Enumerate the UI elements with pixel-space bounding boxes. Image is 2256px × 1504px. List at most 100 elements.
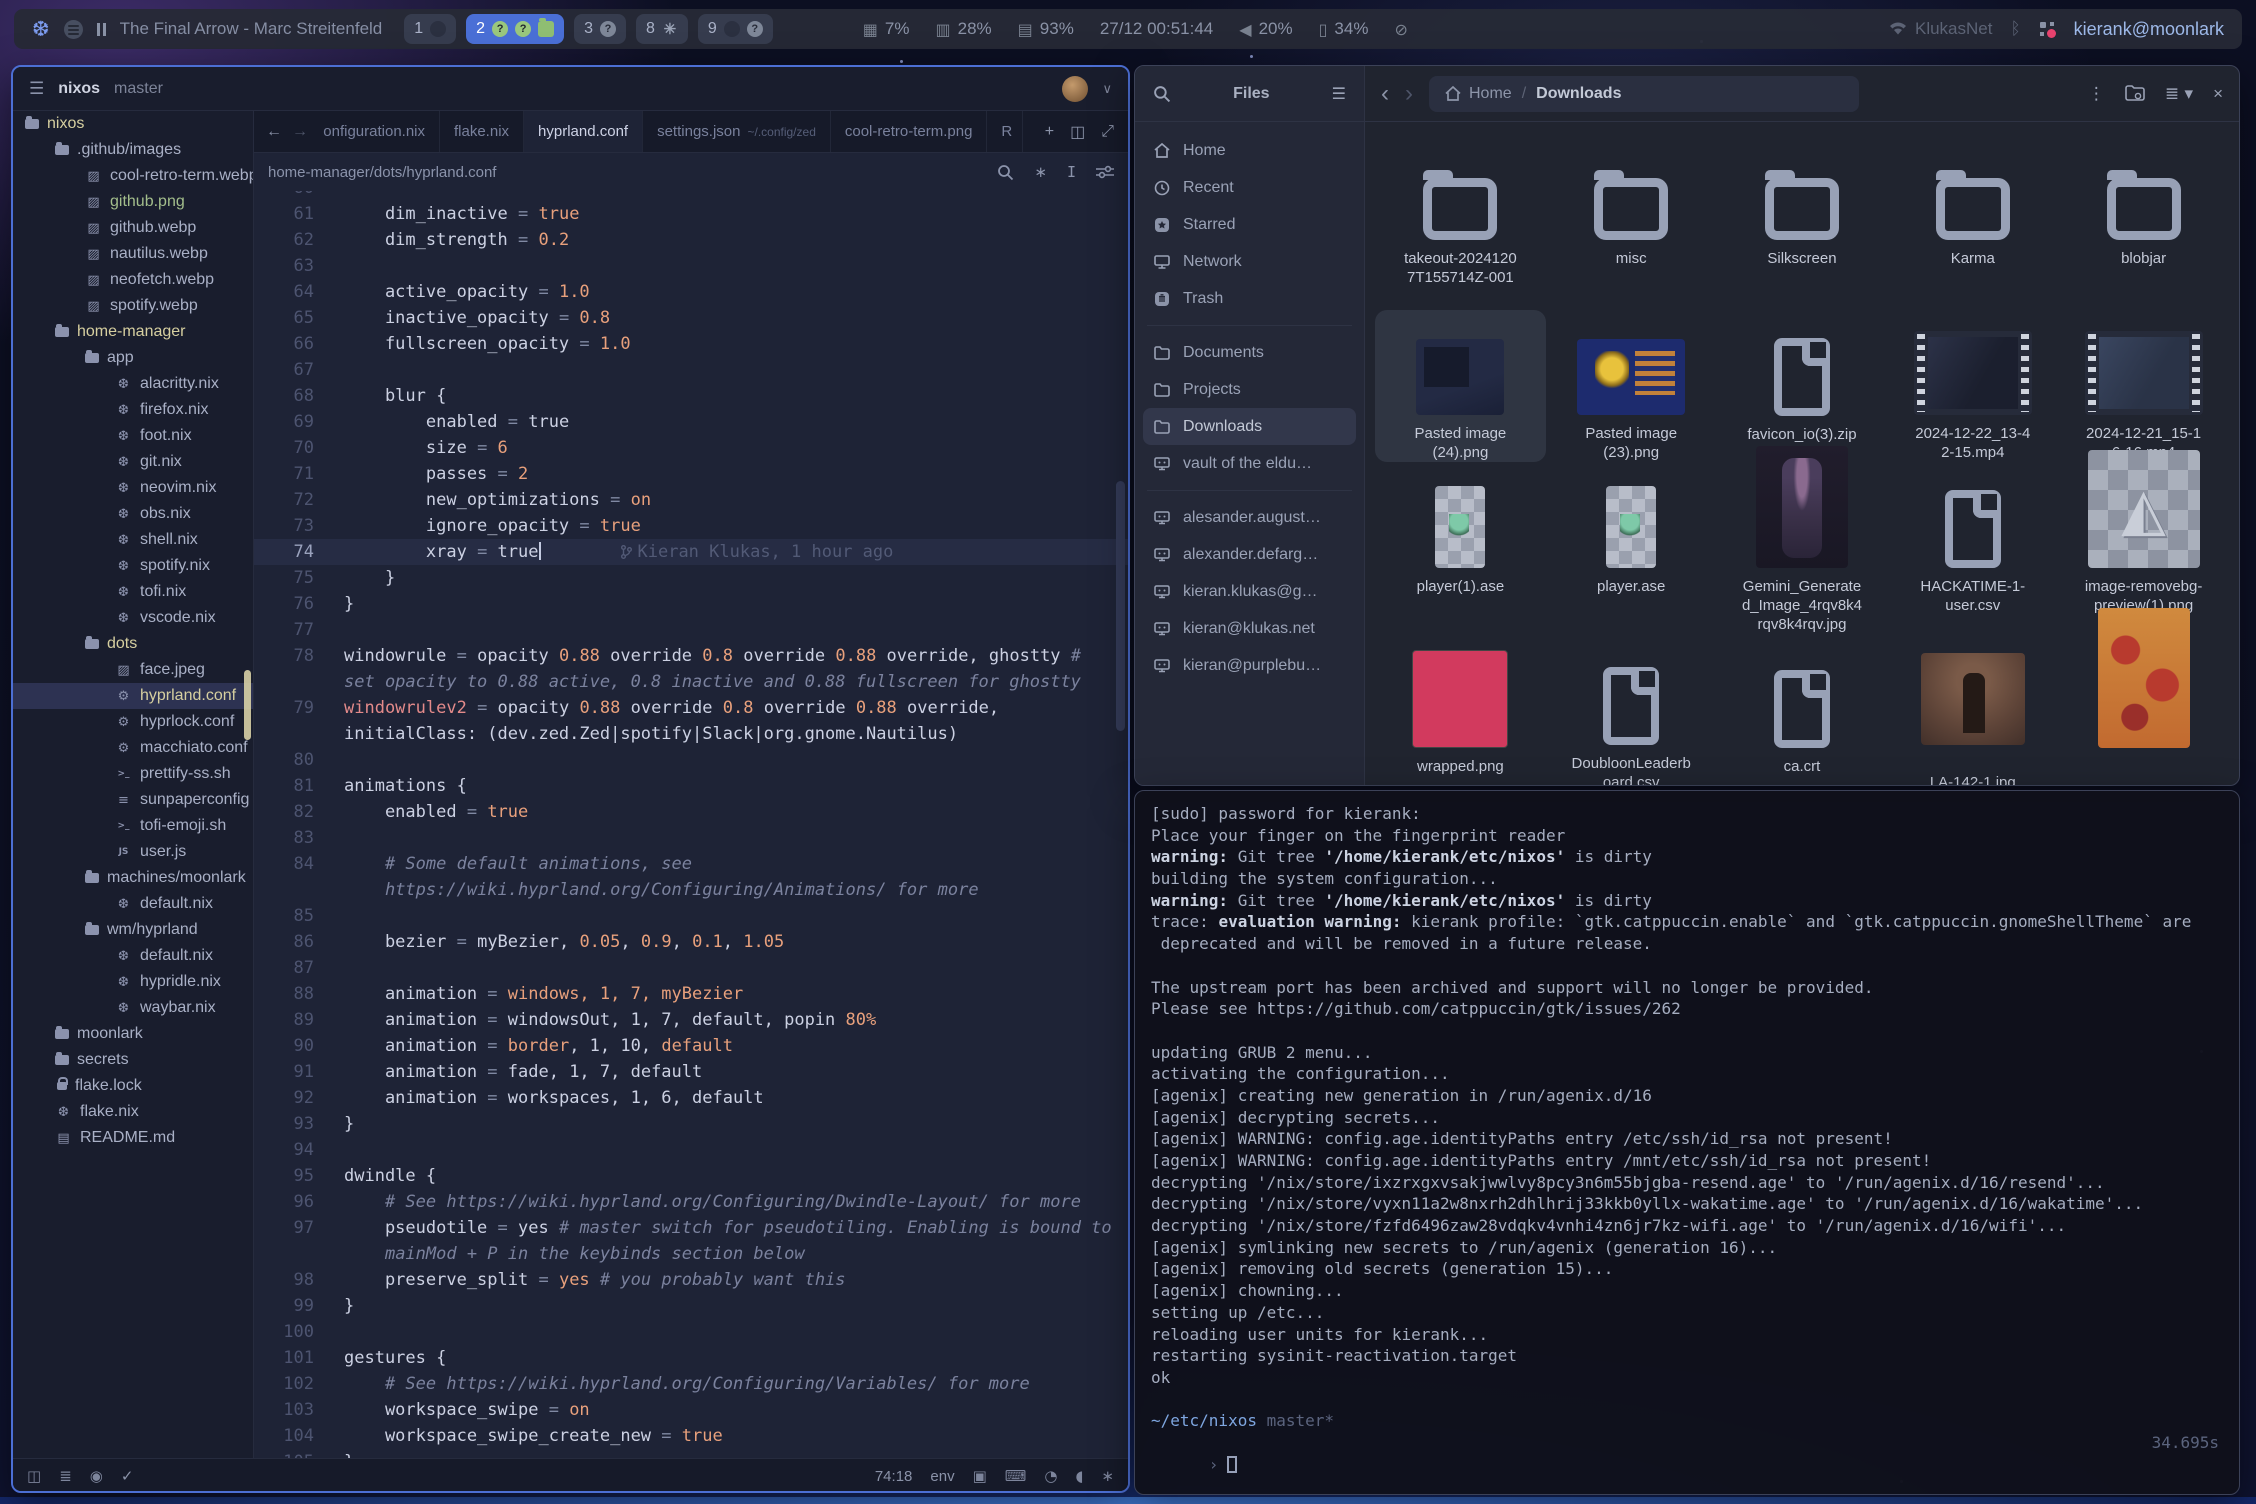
tree-item-readme-md[interactable]: ▤README.md xyxy=(13,1125,253,1151)
tree-item-github-webp[interactable]: ▨github.webp xyxy=(13,215,253,241)
tree-item-github-png[interactable]: ▨github.png xyxy=(13,189,253,215)
sidebar-item-kieran-klukas-net[interactable]: kieran@klukas.net xyxy=(1143,610,1356,647)
nixos-logo-icon[interactable]: ❆ xyxy=(32,17,50,42)
tree-item-hyprland-conf[interactable]: ⚙hyprland.conf xyxy=(13,683,253,709)
code-line-105[interactable]: 105} xyxy=(254,1449,1128,1458)
tree-item-spotify-nix[interactable]: ❆spotify.nix xyxy=(13,553,253,579)
code-line-85[interactable]: 85 xyxy=(254,903,1128,929)
file-item-la-142-1-jpg[interactable]: LA-142-1.jpg xyxy=(1887,642,2058,786)
code-line-64[interactable]: 64 active_opacity = 1.0 xyxy=(254,279,1128,305)
file-item-favicon-io-3-zip[interactable]: favicon_io(3).zip xyxy=(1717,310,1888,462)
tree-item-app[interactable]: app xyxy=(13,345,253,371)
tree-item-flake-nix[interactable]: ❆flake.nix xyxy=(13,1099,253,1125)
file-item-gemini-generated-image-4rqv8k4rqv8k4rqv-jpg[interactable]: Gemini_Generate d_Image_4rqv8k4 rqv8k4rq… xyxy=(1717,462,1888,642)
tree-item-flake-lock[interactable]: flake.lock xyxy=(13,1073,253,1099)
cursor-position[interactable]: 74:18 xyxy=(875,1468,913,1485)
bluetooth-icon[interactable]: ᛒ xyxy=(2010,19,2020,39)
file-item-silkscreen[interactable]: Silkscreen xyxy=(1717,134,1888,310)
tree-item-moonlark[interactable]: moonlark xyxy=(13,1021,253,1047)
code-line-74[interactable]: 74 xray = trueKieran Klukas, 1 hour ago xyxy=(254,539,1128,565)
back-icon[interactable]: ← xyxy=(266,123,282,141)
code-line-69[interactable]: 69 enabled = true xyxy=(254,409,1128,435)
file-item-pasted-image-23-png[interactable]: Pasted image (23).png xyxy=(1546,310,1717,462)
notifications-bell-icon[interactable]: ◖ xyxy=(1076,1467,1084,1485)
file-item-misc[interactable]: misc xyxy=(1546,134,1717,310)
code-line-67[interactable]: 67 xyxy=(254,357,1128,383)
code-line-82[interactable]: 82 enabled = true xyxy=(254,799,1128,825)
tree-item-spotify-webp[interactable]: ▨spotify.webp xyxy=(13,293,253,319)
close-icon[interactable]: × xyxy=(2213,84,2223,104)
tree-item-alacritty-nix[interactable]: ❆alacritty.nix xyxy=(13,371,253,397)
code-line-96[interactable]: 96 # See https://wiki.hyprland.org/Confi… xyxy=(254,1189,1128,1215)
code-line-70[interactable]: 70 size = 6 xyxy=(254,435,1128,461)
tree-item-neovim-nix[interactable]: ❆neovim.nix xyxy=(13,475,253,501)
now-playing-title[interactable]: The Final Arrow - Marc Streitenfeld xyxy=(120,19,383,39)
inline-assist-icon[interactable]: ∗ xyxy=(1034,163,1047,181)
project-panel-toggle-icon[interactable]: ◫ xyxy=(27,1467,41,1485)
code-line-66[interactable]: 66 fullscreen_opacity = 1.0 xyxy=(254,331,1128,357)
edit-prediction-icon[interactable]: I xyxy=(1067,163,1076,181)
code-line-86[interactable]: 86 bezier = myBezier, 0.05, 0.9, 0.1, 1.… xyxy=(254,929,1128,955)
split-pane-icon[interactable]: ◫ xyxy=(1070,122,1085,142)
sidebar-item-kieran-purplebu-[interactable]: kieran@purplebu… xyxy=(1143,647,1356,684)
diagnostics-indicator[interactable]: ✓ xyxy=(121,1467,134,1485)
file-item-wrapped-png[interactable]: wrapped.png xyxy=(1375,642,1546,786)
code-line-80[interactable]: 80 xyxy=(254,747,1128,773)
project-panel-scrollbar[interactable] xyxy=(244,670,251,740)
folder-search-icon[interactable] xyxy=(2125,85,2145,102)
terminal-window[interactable]: [sudo] password for kierank:Place your f… xyxy=(1134,790,2240,1495)
tree-item-hypridle-nix[interactable]: ❆hypridle.nix xyxy=(13,969,253,995)
tab-onfiguration-nix[interactable]: onfiguration.nix xyxy=(320,111,440,152)
code-line-89[interactable]: 89 animation = windowsOut, 1, 7, default… xyxy=(254,1007,1128,1033)
code-line-61[interactable]: 61 dim_inactive = true xyxy=(254,201,1128,227)
code-line-63[interactable]: 63 xyxy=(254,253,1128,279)
tree-item-neofetch-webp[interactable]: ▨neofetch.webp xyxy=(13,267,253,293)
tray-icon[interactable] xyxy=(2039,21,2056,38)
code-line-88[interactable]: 88 animation = windows, 1, 7, myBezier xyxy=(254,981,1128,1007)
code-line-81[interactable]: 81animations { xyxy=(254,773,1128,799)
code-line-68[interactable]: 68 blur { xyxy=(254,383,1128,409)
tree-item-wm-hyprland[interactable]: wm/hyprland xyxy=(13,917,253,943)
tree-item-nixos[interactable]: nixos xyxy=(13,111,253,137)
tree-item-vscode-nix[interactable]: ❆vscode.nix xyxy=(13,605,253,631)
search-icon[interactable] xyxy=(1153,85,1171,103)
tree-item-tofi-nix[interactable]: ❆tofi.nix xyxy=(13,579,253,605)
chevron-down-icon[interactable]: ∨ xyxy=(1102,81,1112,97)
idle-inhibit-module[interactable]: ⊘ xyxy=(1394,20,1407,39)
workspace-button-9[interactable]: 9? xyxy=(698,14,773,44)
sidebar-item-network[interactable]: Network xyxy=(1143,243,1356,280)
code-line-101[interactable]: 101gestures { xyxy=(254,1345,1128,1371)
pause-icon[interactable] xyxy=(97,23,106,36)
lsp-settings-icon[interactable]: ∗ xyxy=(1101,1467,1114,1485)
sidebar-item-alexander-defarg-[interactable]: alexander.defarg… xyxy=(1143,536,1356,573)
wifi-module[interactable]: KlukasNet xyxy=(1889,19,1992,39)
file-item-ca-crt[interactable]: ca.crt xyxy=(1717,642,1888,786)
kebab-menu-icon[interactable]: ⋮ xyxy=(2088,84,2105,104)
tree-item-nautilus-webp[interactable]: ▨nautilus.webp xyxy=(13,241,253,267)
code-line-90[interactable]: 90 animation = border, 1, 10, default xyxy=(254,1033,1128,1059)
code-line-92[interactable]: 92 animation = workspaces, 1, 6, default xyxy=(254,1085,1128,1111)
env-indicator[interactable]: env xyxy=(930,1468,954,1485)
tree-item-git-nix[interactable]: ❆git.nix xyxy=(13,449,253,475)
back-icon[interactable]: ‹ xyxy=(1381,82,1389,106)
code-line-93[interactable]: 93} xyxy=(254,1111,1128,1137)
tree-item-waybar-nix[interactable]: ❆waybar.nix xyxy=(13,995,253,1021)
code-line-72[interactable]: 72 new_optimizations = on xyxy=(254,487,1128,513)
file-item-karma[interactable]: Karma xyxy=(1887,134,2058,310)
code-line-91[interactable]: 91 animation = fade, 1, 7, default xyxy=(254,1059,1128,1085)
tab-flake-nix[interactable]: flake.nix xyxy=(440,111,524,152)
tab-settings-json[interactable]: settings.json~/.config/zed xyxy=(643,111,831,152)
code-line-77[interactable]: 77 xyxy=(254,617,1128,643)
file-item-2024-12-21-15-16-16-mp4[interactable]: 2024-12-21_15-1 6-16.mp4 xyxy=(2058,310,2229,462)
file-item-player-1-ase[interactable]: player(1).ase xyxy=(1375,462,1546,642)
copilot-icon[interactable]: ▣ xyxy=(973,1467,987,1485)
code-line-104[interactable]: 104 workspace_swipe_create_new = true xyxy=(254,1423,1128,1449)
file-item-2024-12-22-13-42-15-mp4[interactable]: 2024-12-22_13-4 2-15.mp4 xyxy=(1887,310,2058,462)
tree-item-macchiato-conf[interactable]: ⚙macchiato.conf xyxy=(13,735,253,761)
tree-item-default-nix[interactable]: ❆default.nix xyxy=(13,943,253,969)
sidebar-item-kieran-klukas-g-[interactable]: kieran.klukas@g… xyxy=(1143,573,1356,610)
code-line-wrap[interactable]: mainMod + P in the keybinds section belo… xyxy=(254,1241,1128,1267)
tree-item-dots[interactable]: dots xyxy=(13,631,253,657)
code-line-76[interactable]: 76} xyxy=(254,591,1128,617)
code-line-103[interactable]: 103 workspace_swipe = on xyxy=(254,1397,1128,1423)
